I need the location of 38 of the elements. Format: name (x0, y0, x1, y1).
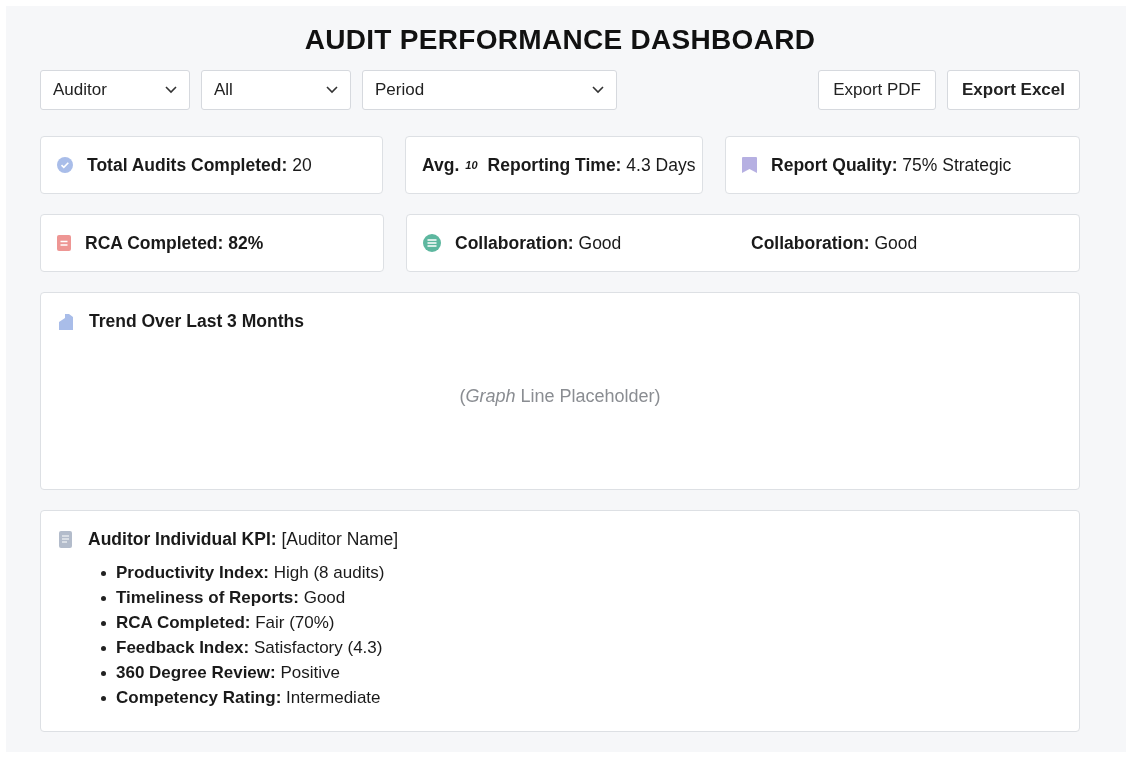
chart-caption: (Graph Line Placeholder) (459, 386, 661, 408)
note-icon (57, 235, 71, 251)
kpi-item: Competency Rating: Intermediate (116, 688, 381, 709)
kpi-item: RCA Completed: Fair (70%) (116, 613, 335, 634)
stat-text: Report Quality: 75% Strategic (771, 154, 1012, 176)
kpi-title: Auditor Individual KPI: [Auditor Name] (88, 529, 399, 551)
check-circle-icon (57, 157, 73, 173)
list-circle-icon (423, 234, 442, 252)
filter-dropdown[interactable]: Auditor (40, 70, 190, 110)
chevron-down-icon (592, 86, 604, 94)
filter-dropdown[interactable]: All (201, 70, 351, 110)
export-button[interactable]: Export PDF (818, 70, 936, 110)
bullet-icon (101, 695, 106, 701)
trend-title: Trend Over Last 3 Months (89, 311, 304, 332)
document-icon (59, 531, 72, 549)
bookmark-icon (742, 157, 758, 173)
stat-text: Collaboration: Good (455, 232, 622, 254)
bullet-icon (101, 670, 106, 676)
export-button[interactable]: Export Excel (947, 70, 1080, 110)
kpi-item: 360 Degree Review: Positive (116, 663, 340, 684)
kpi-item: Productivity Index: High (8 audits) (116, 563, 385, 584)
bullet-icon (101, 570, 106, 576)
bullet-icon (101, 595, 106, 601)
bar-chart-icon (59, 313, 73, 330)
kpi-item: Feedback Index: Satisfactory (4.3) (116, 638, 383, 659)
chevron-down-icon (165, 86, 177, 94)
kpi-item: Timeliness of Reports: Good (116, 588, 346, 609)
dashboard-title: AUDIT PERFORMANCE DASHBOARD (303, 24, 817, 56)
filter-dropdown[interactable]: Period (362, 70, 617, 110)
bullet-icon (101, 645, 106, 651)
stat-text: Total Audits Completed: 20 (87, 154, 312, 176)
stat-prefix: Avg. (422, 154, 460, 176)
bullet-icon (101, 620, 106, 626)
stat-text: Reporting Time: 4.3 Days (487, 154, 696, 176)
stat-text: Collaboration: Good (751, 232, 918, 254)
stat-text: RCA Completed: 82% (85, 232, 264, 254)
chevron-down-icon (326, 86, 338, 94)
stat-glyph: 10 (465, 159, 478, 171)
